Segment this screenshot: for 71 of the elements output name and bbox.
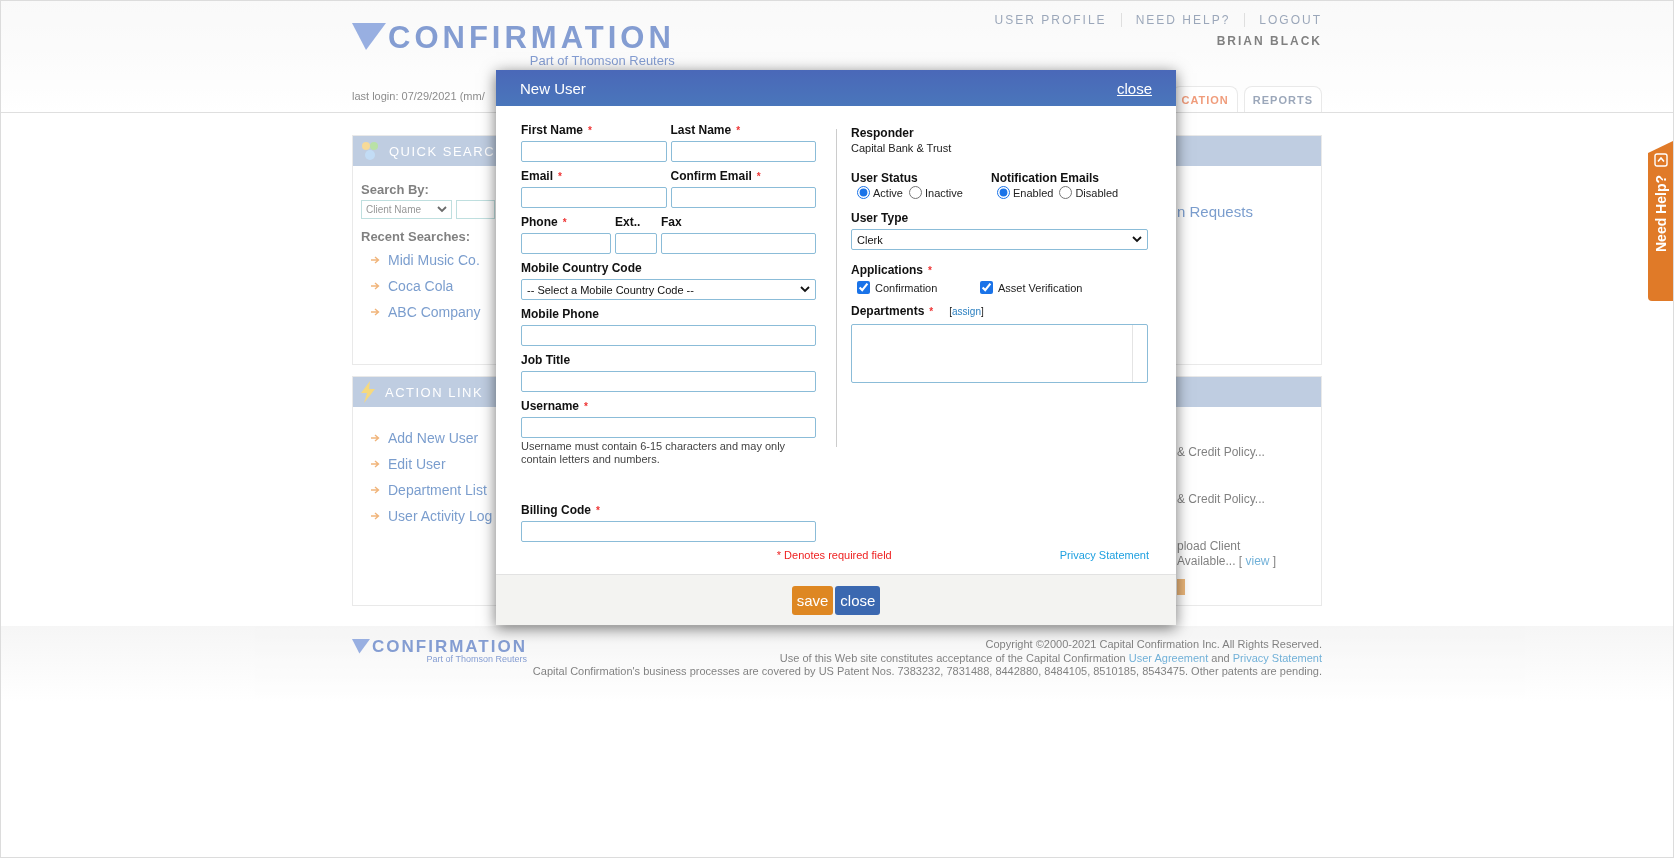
field-label: Notification Emails — [991, 171, 1100, 185]
logo-wordmark: CONFIRMATION — [388, 21, 675, 55]
field-label: Mobile Country Code — [521, 261, 643, 276]
responder-name: Capital Bank & Trust — [851, 141, 953, 155]
field-label: Ext.. — [615, 215, 642, 230]
link[interactable]: User Activity Log — [388, 507, 493, 525]
field-label: Responder — [851, 126, 914, 140]
help-tab[interactable]: Need Help? — [1648, 141, 1673, 301]
field-label: First Name * — [521, 123, 593, 138]
footer-text: Capital Confirmation's business processes are covered by US Patent Nos. 7383232, 7831488, 8442880, 8484105, 8510185, 8543475. Other patents are pending. — [532, 665, 1322, 679]
footer-text: Copyright ©2000-2021 Capital Confirmation Inc. All Rights Reserved. — [985, 638, 1322, 652]
link[interactable]: Privacy Statement — [1232, 651, 1322, 664]
link[interactable]: Edit User — [388, 455, 446, 473]
field-label: Username * — [521, 399, 589, 414]
tab[interactable]: REPORTS — [1243, 86, 1322, 112]
logo-tagline: Part of Thomson Reuters — [426, 654, 527, 664]
search-select[interactable]: Client Name — [361, 200, 452, 219]
close-link[interactable]: close — [1116, 79, 1152, 97]
field-label: Departments * — [851, 304, 934, 319]
header-link[interactable]: NEED HELP? — [1120, 13, 1245, 27]
link[interactable]: Midi Music Co. — [388, 251, 480, 269]
option-label: Disabled — [1075, 186, 1119, 199]
assign-link[interactable]: assign — [952, 306, 981, 317]
option-label: Active — [873, 186, 903, 199]
field-label: User Status — [851, 171, 918, 185]
link[interactable]: n Requests — [1177, 204, 1321, 219]
hint-text: Username must contain 6-15 characters and may only contain letters and numbers. — [521, 440, 787, 466]
option-label: Confirmation — [875, 281, 938, 294]
footer-text: Use of this Web site constitutes acceptance of the Capital Confirmation User Agreement and Privacy Statement — [779, 651, 1322, 665]
logo-tagline: Part of Thomson Reuters — [529, 53, 675, 68]
link[interactable]: Coca Cola — [388, 277, 454, 295]
text: & Credit Policy... — [1177, 492, 1266, 507]
option-label: Asset Verification — [998, 281, 1083, 294]
option-label: Inactive — [924, 186, 963, 199]
panel-title: QUICK SEARC — [389, 143, 496, 159]
panel-title: ACTION LINK — [385, 384, 484, 400]
save-button[interactable]: save — [791, 585, 834, 615]
field-label: Phone * — [521, 215, 568, 230]
field-label: User Type — [851, 211, 910, 226]
bracket: ] — [980, 306, 984, 317]
field-label: Email * — [521, 169, 563, 184]
bracket: [ — [949, 306, 953, 317]
link[interactable]: Department List — [388, 481, 487, 499]
link[interactable]: Add New User — [388, 429, 479, 447]
logo-wordmark: CONFIRMATION — [372, 638, 527, 656]
field-label: Last Name * — [670, 123, 742, 138]
field-label: Applications * — [851, 263, 933, 278]
field-label: Confirm Email * — [670, 169, 762, 184]
header-link[interactable]: LOGOUT — [1244, 13, 1322, 27]
text: & Credit Policy... — [1177, 445, 1266, 460]
header-link[interactable]: USER PROFILE — [980, 13, 1121, 27]
section-label: Recent Searches: — [361, 229, 471, 244]
field-label: Fax — [661, 215, 683, 230]
select-field[interactable]: -- Select a Mobile Country Code -- — [521, 279, 816, 300]
field-label: Mobile Phone — [521, 307, 600, 322]
last-login: last login: 07/29/2021 (mm/ — [352, 90, 485, 104]
field-label: Search By: — [361, 182, 429, 197]
dialog-title: New User — [520, 79, 586, 97]
text: Available... [ view ] — [1177, 554, 1278, 569]
link[interactable]: view — [1245, 554, 1273, 568]
user-name: BRIAN BLACK — [1216, 34, 1322, 48]
privacy-link[interactable]: Privacy Statement — [1059, 549, 1149, 561]
link[interactable]: ABC Company — [388, 303, 481, 321]
text: pload Client — [1177, 539, 1242, 554]
option-label: Enabled — [1013, 186, 1054, 199]
close-button[interactable]: close — [835, 585, 881, 615]
required-note: * Denotes required field — [776, 549, 892, 561]
field-label: Billing Code * — [521, 503, 601, 518]
link[interactable]: User Agreement — [1128, 651, 1212, 664]
select-field[interactable]: Clerk — [851, 229, 1148, 250]
field-label: Job Title — [521, 353, 572, 368]
